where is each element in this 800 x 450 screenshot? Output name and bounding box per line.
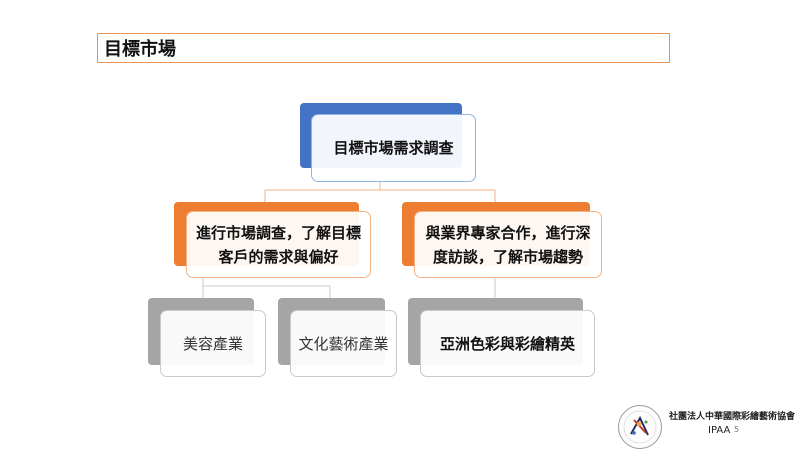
branch-node-expert-interview-line2: 度訪談，了解市場趨勢	[432, 247, 583, 266]
leaf-node-beauty-industry-box: 美容產業	[160, 310, 266, 377]
branch-node-market-research-line2: 客戶的需求與偏好	[218, 247, 339, 266]
connector-lines	[202, 181, 496, 299]
leaf-node-beauty-industry: 美容產業	[148, 298, 266, 377]
organization-abbreviation: IPAA	[708, 425, 731, 436]
branch-node-market-research-line1: 進行市場調查，了解目標	[195, 223, 361, 242]
branch-node-expert-interview: 與業界專家合作，進行深 度訪談，了解市場趨勢	[402, 202, 602, 278]
root-node: 目標市場需求調查	[300, 103, 476, 182]
ipaa-logo-emblem	[618, 405, 662, 449]
leaf-node-asian-color-elite: 亞洲色彩與彩繪精英	[408, 298, 595, 377]
organization-name: 社團法人中華國際彩繪藝術協會	[669, 412, 796, 422]
leaf-node-asian-color-elite-label: 亞洲色彩與彩繪精英	[439, 334, 575, 353]
root-node-box: 目標市場需求調查	[311, 114, 476, 182]
leaf-node-culture-arts-industry-label: 文化藝術產業	[298, 334, 389, 353]
page-number: 5	[734, 425, 740, 434]
branch-node-market-research-box: 進行市場調查，了解目標 客戶的需求與偏好	[186, 211, 371, 278]
branch-node-expert-interview-box: 與業界專家合作，進行深 度訪談，了解市場趨勢	[414, 211, 602, 278]
leaf-node-culture-arts-industry-box: 文化藝術產業	[290, 310, 397, 377]
branch-node-market-research: 進行市場調查，了解目標 客戶的需求與偏好	[174, 202, 371, 278]
branch-node-expert-interview-line1: 與業界專家合作，進行深	[425, 223, 591, 242]
leaf-node-asian-color-elite-box: 亞洲色彩與彩繪精英	[420, 310, 595, 377]
leaf-node-culture-arts-industry: 文化藝術產業	[278, 298, 397, 377]
root-node-label: 目標市場需求調查	[333, 139, 454, 157]
leaf-node-beauty-industry-label: 美容產業	[182, 334, 243, 353]
